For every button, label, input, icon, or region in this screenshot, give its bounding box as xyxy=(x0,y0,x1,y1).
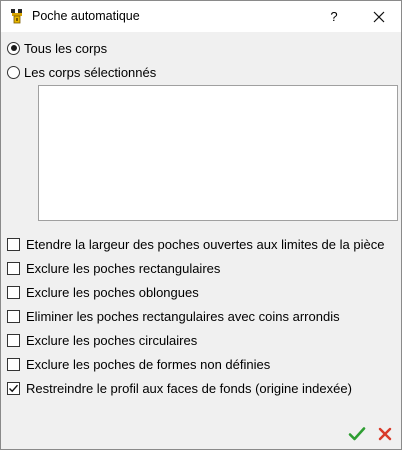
option-exclude-undefined[interactable]: Exclure les poches de formes non définie… xyxy=(7,356,270,372)
option-exclude-circular[interactable]: Exclure les poches circulaires xyxy=(7,332,197,348)
option-exclude-rectangular-checkbox[interactable] xyxy=(7,261,20,275)
option-restrict-profile-label: Restreindre le profil aux faces de fonds… xyxy=(26,380,352,396)
radio-selected-bodies-indicator[interactable] xyxy=(7,65,20,79)
radio-selected-bodies-label: Les corps sélectionnés xyxy=(24,64,157,80)
radio-all-bodies-indicator[interactable] xyxy=(7,41,20,55)
option-eliminate-rounded[interactable]: Eliminer les poches rectangulaires avec … xyxy=(7,308,340,324)
red-cross-icon xyxy=(378,427,392,441)
selected-bodies-list[interactable] xyxy=(38,85,398,221)
option-exclude-rectangular[interactable]: Exclure les poches rectangulaires xyxy=(7,260,220,276)
cancel-button[interactable] xyxy=(377,426,393,442)
radio-all-bodies-label: Tous les corps xyxy=(24,40,108,56)
option-exclude-rectangular-label: Exclure les poches rectangulaires xyxy=(26,260,221,276)
option-exclude-circular-checkbox[interactable] xyxy=(7,333,20,347)
option-exclude-circular-label: Exclure les poches circulaires xyxy=(26,332,198,348)
option-restrict-profile-checkbox[interactable] xyxy=(7,381,20,395)
option-eliminate-rounded-label: Eliminer les poches rectangulaires avec … xyxy=(26,308,340,324)
option-restrict-profile[interactable]: Restreindre le profil aux faces de fonds… xyxy=(7,380,352,396)
close-icon xyxy=(373,11,385,22)
help-label: ? xyxy=(330,9,338,24)
dialog-title: Poche automatique xyxy=(32,9,140,23)
help-button[interactable]: ? xyxy=(319,1,349,32)
option-exclude-oblong[interactable]: Exclure les poches oblongues xyxy=(7,284,199,300)
option-exclude-undefined-checkbox[interactable] xyxy=(7,357,20,371)
option-eliminate-rounded-checkbox[interactable] xyxy=(7,309,20,323)
option-extend-width-checkbox[interactable] xyxy=(7,237,20,251)
radio-selected-bodies[interactable]: Les corps sélectionnés xyxy=(7,64,156,80)
app-icon xyxy=(11,9,22,24)
dialog-window: Poche automatique ? Tous les corps Les c… xyxy=(0,0,402,450)
option-extend-width[interactable]: Etendre la largeur des poches ouvertes a… xyxy=(7,236,384,252)
option-exclude-oblong-label: Exclure les poches oblongues xyxy=(26,284,199,300)
ok-button[interactable] xyxy=(348,425,366,443)
option-exclude-undefined-label: Exclure les poches de formes non définie… xyxy=(26,356,271,372)
title-bar: Poche automatique ? xyxy=(1,1,401,32)
checkmark-icon xyxy=(9,384,19,392)
option-exclude-oblong-checkbox[interactable] xyxy=(7,285,20,299)
close-button[interactable] xyxy=(357,1,401,32)
radio-all-bodies[interactable]: Tous les corps xyxy=(7,40,107,56)
option-extend-width-label: Etendre la largeur des poches ouvertes a… xyxy=(26,236,385,252)
green-check-icon xyxy=(348,427,366,441)
